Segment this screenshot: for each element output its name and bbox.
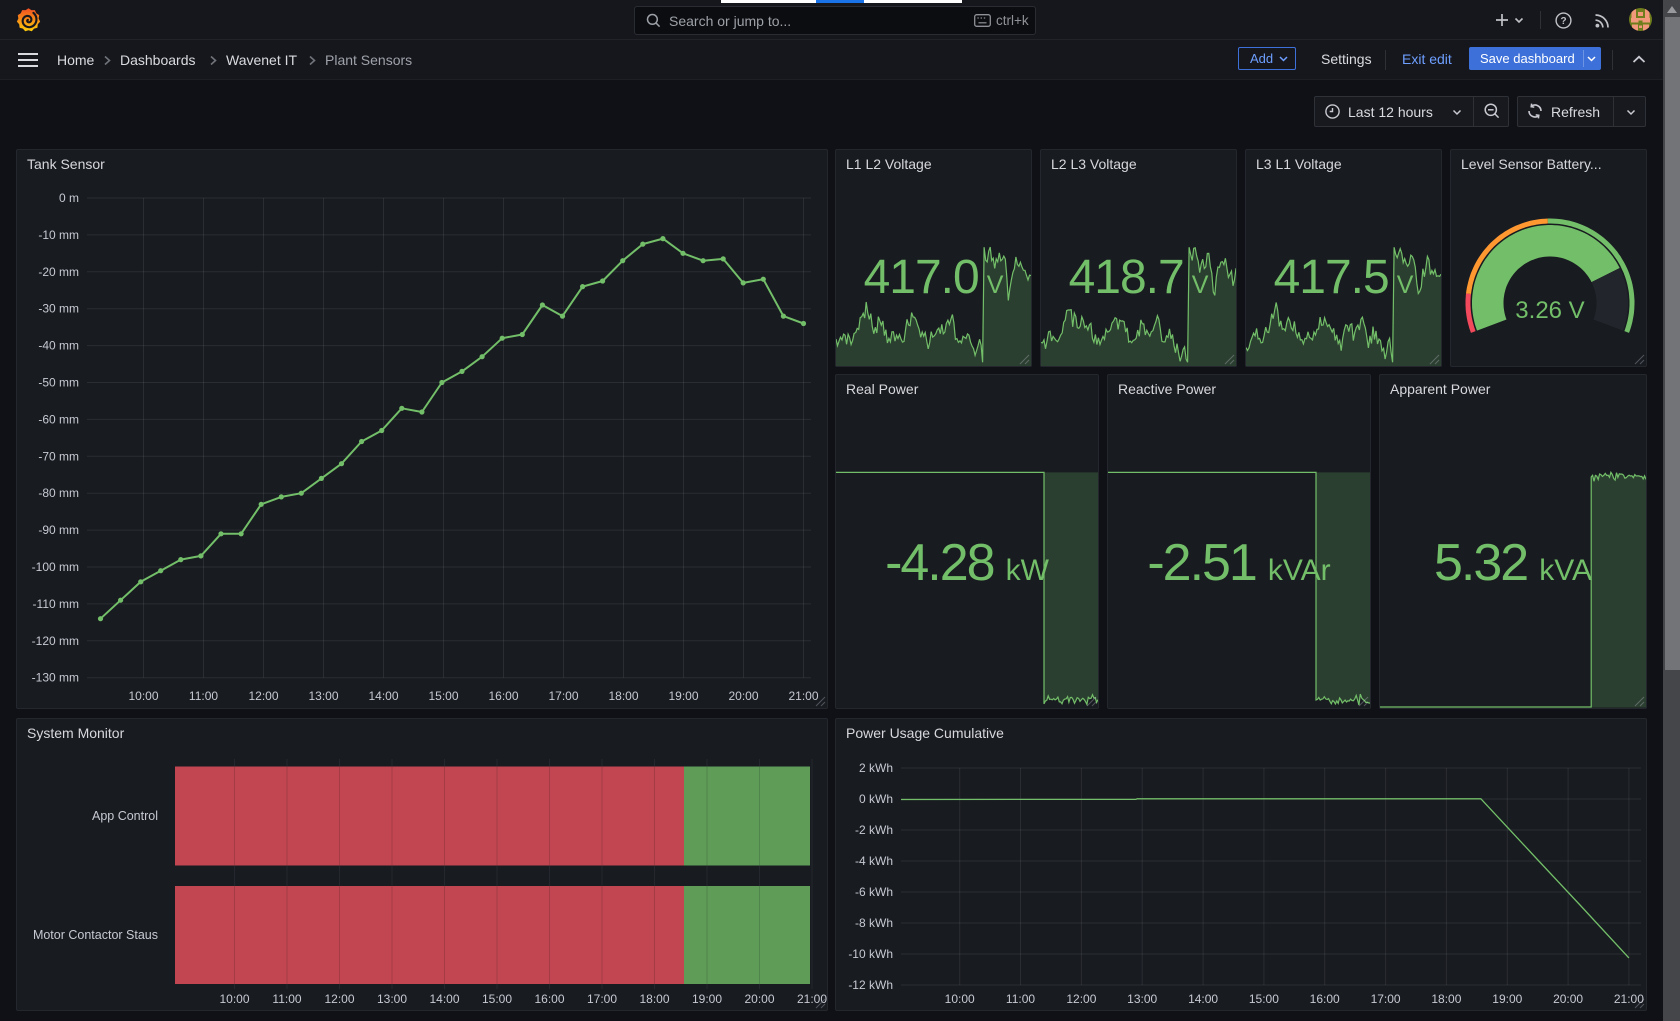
svg-text:15:00: 15:00 [482,992,512,1006]
svg-text:15:00: 15:00 [428,689,458,703]
svg-text:12:00: 12:00 [324,992,354,1006]
svg-text:19:00: 19:00 [1492,992,1522,1006]
svg-text:13:00: 13:00 [377,992,407,1006]
svg-text:10:00: 10:00 [219,992,249,1006]
svg-text:14:00: 14:00 [429,992,459,1006]
svg-text:App Control: App Control [92,809,158,823]
svg-text:10:00: 10:00 [128,689,158,703]
svg-text:17:00: 17:00 [548,689,578,703]
svg-text:20:00: 20:00 [744,992,774,1006]
svg-text:-80 mm: -80 mm [38,486,79,500]
svg-text:18:00: 18:00 [1431,992,1461,1006]
svg-text:-50 mm: -50 mm [38,376,79,390]
svg-text:2 kWh: 2 kWh [859,761,893,775]
svg-text:13:00: 13:00 [1127,992,1157,1006]
svg-text:-6 kWh: -6 kWh [855,885,893,899]
svg-text:-10 mm: -10 mm [38,228,79,242]
svg-text:13:00: 13:00 [308,689,338,703]
svg-text:11:00: 11:00 [189,689,218,703]
svg-text:-110 mm: -110 mm [33,597,79,611]
svg-text:16:00: 16:00 [1310,992,1340,1006]
svg-text:-8 kWh: -8 kWh [855,916,893,930]
svg-text:16:00: 16:00 [488,689,518,703]
svg-text:11:00: 11:00 [272,992,301,1006]
svg-text:-30 mm: -30 mm [38,302,79,316]
svg-text:11:00: 11:00 [1006,992,1035,1006]
svg-text:18:00: 18:00 [608,689,638,703]
svg-text:12:00: 12:00 [248,689,278,703]
svg-text:19:00: 19:00 [668,689,698,703]
svg-text:-100 mm: -100 mm [32,560,79,574]
svg-text:-20 mm: -20 mm [38,265,79,279]
svg-text:10:00: 10:00 [945,992,975,1006]
svg-text:-70 mm: -70 mm [38,449,79,463]
svg-text:20:00: 20:00 [1553,992,1583,1006]
svg-text:-130 mm: -130 mm [32,671,79,685]
svg-text:3.26 V: 3.26 V [1515,297,1584,324]
svg-text:20:00: 20:00 [728,689,758,703]
svg-text:0 m: 0 m [59,191,79,205]
svg-text:-120 mm: -120 mm [32,634,79,648]
svg-text:12:00: 12:00 [1066,992,1096,1006]
svg-text:14:00: 14:00 [1188,992,1218,1006]
svg-text:-2 kWh: -2 kWh [855,823,893,837]
svg-text:15:00: 15:00 [1249,992,1279,1006]
svg-text:17:00: 17:00 [1371,992,1401,1006]
svg-text:0 kWh: 0 kWh [859,792,893,806]
svg-text:16:00: 16:00 [534,992,564,1006]
svg-text:-40 mm: -40 mm [38,339,79,353]
svg-text:-12 kWh: -12 kWh [848,978,893,992]
svg-text:-90 mm: -90 mm [38,523,79,537]
svg-text:-10 kWh: -10 kWh [848,947,893,961]
svg-text:-60 mm: -60 mm [38,412,79,426]
svg-text:?: ? [1560,16,1566,27]
svg-text:-4 kWh: -4 kWh [855,854,893,868]
svg-text:14:00: 14:00 [368,689,398,703]
svg-text:19:00: 19:00 [692,992,722,1006]
svg-text:Motor Contactor Staus: Motor Contactor Staus [33,928,158,942]
svg-text:18:00: 18:00 [639,992,669,1006]
svg-text:17:00: 17:00 [587,992,617,1006]
